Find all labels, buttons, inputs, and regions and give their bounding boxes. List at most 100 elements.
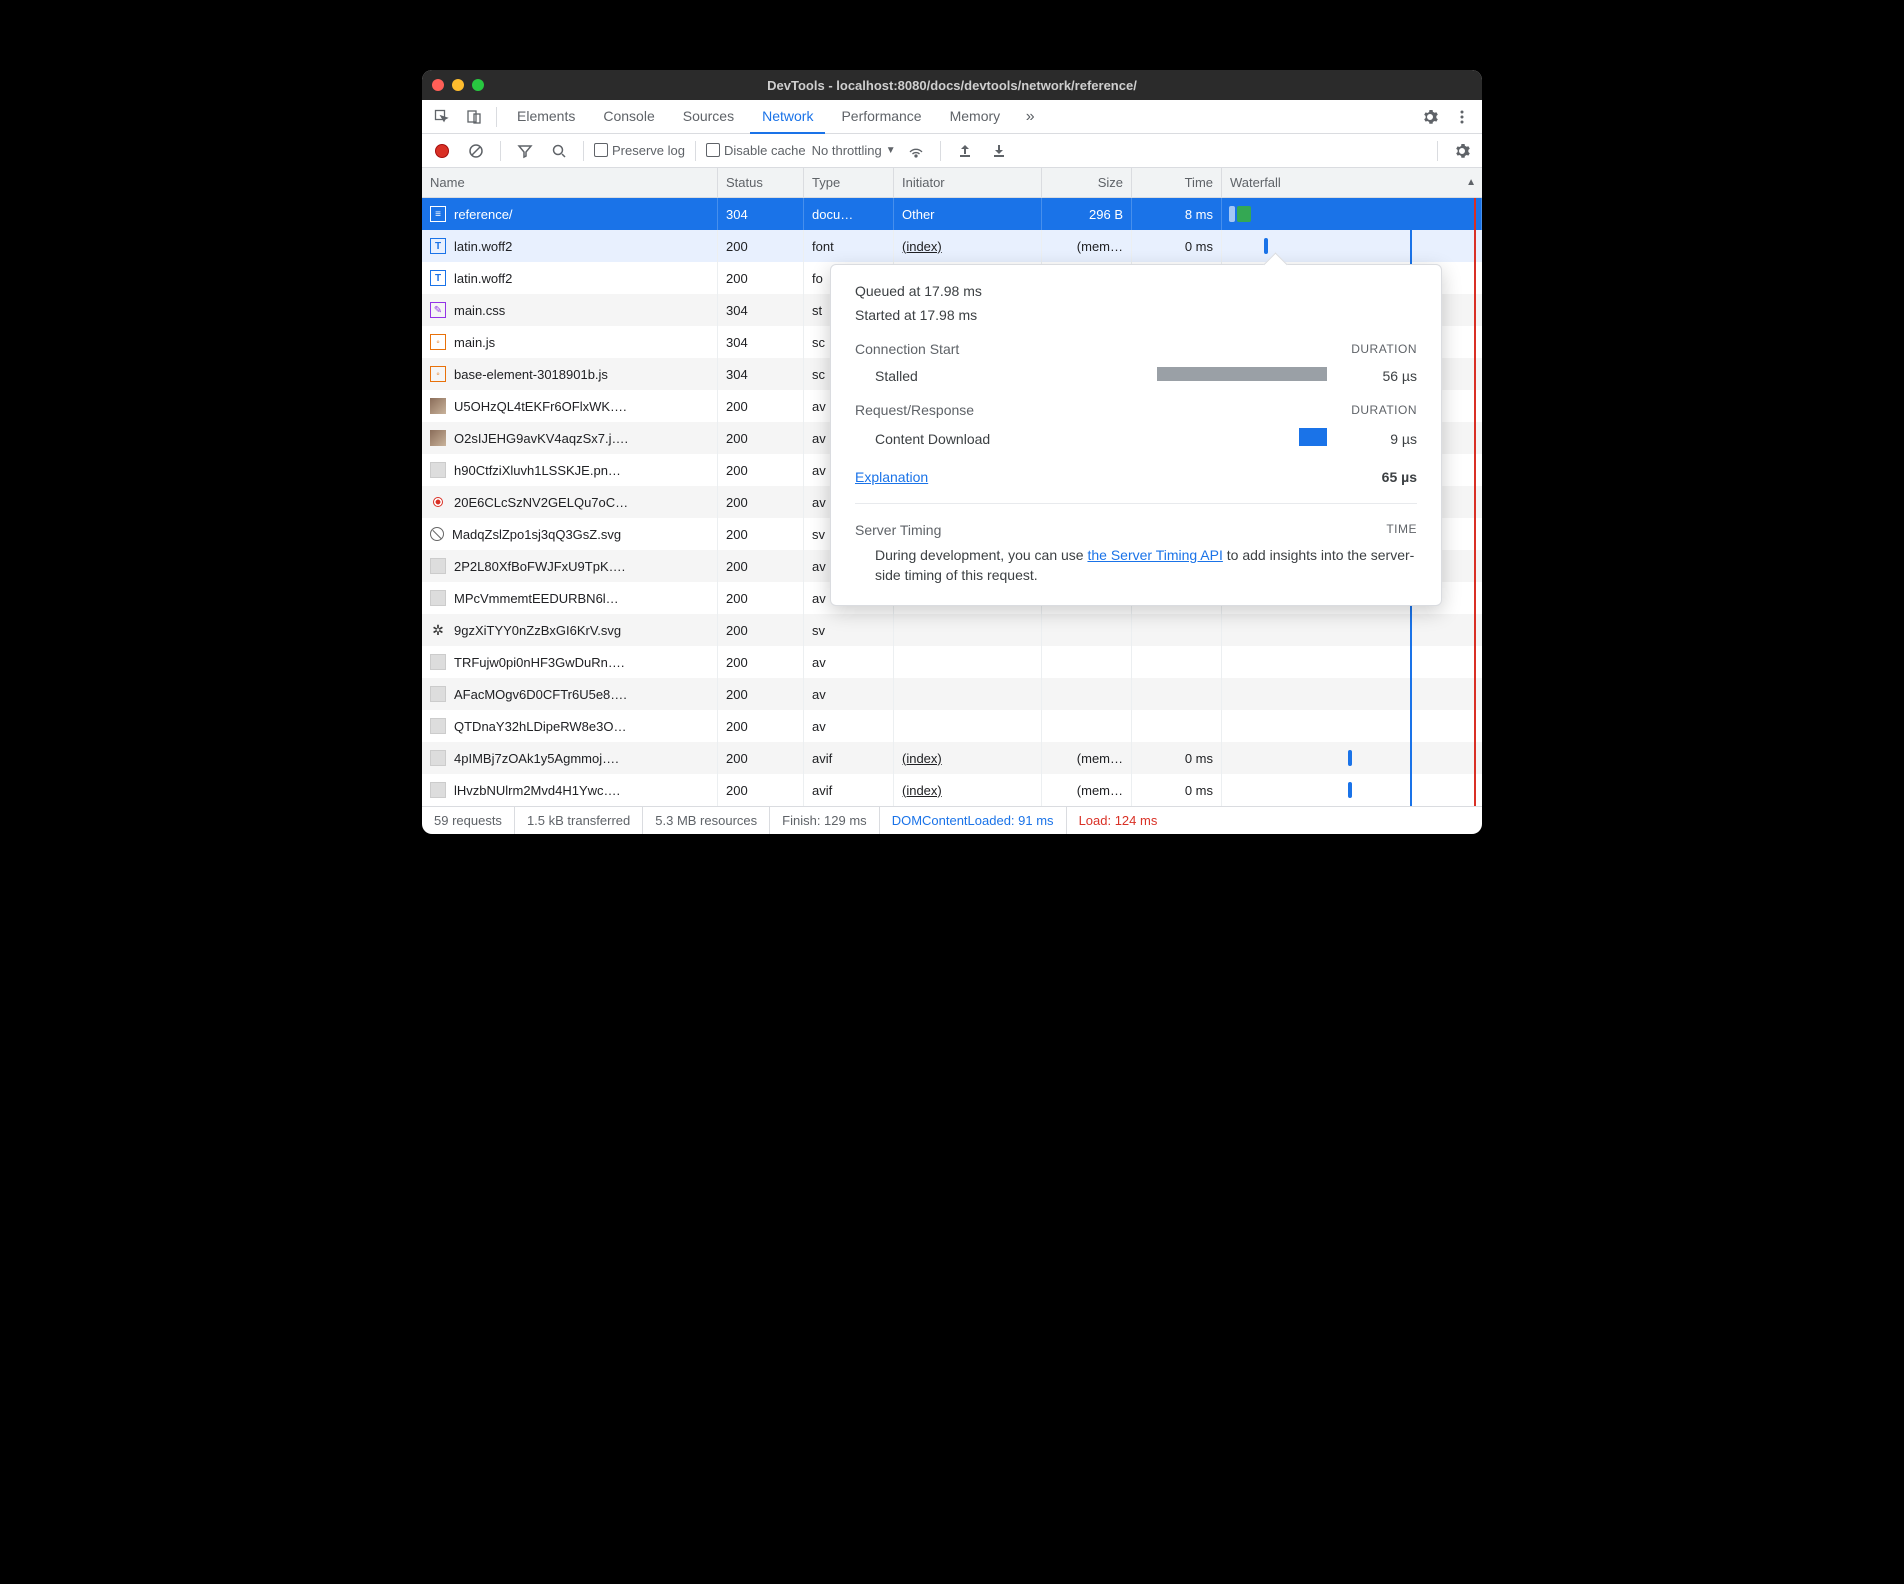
request-row[interactable]: ≡reference/304docu…Other296 B8 ms (422, 198, 1482, 230)
preserve-log-checkbox[interactable]: Preserve log (594, 143, 685, 158)
tab-performance[interactable]: Performance (829, 100, 933, 134)
settings-icon[interactable] (1416, 103, 1444, 131)
preserve-log-label: Preserve log (612, 143, 685, 158)
search-icon[interactable] (545, 137, 573, 165)
request-type: avif (804, 774, 894, 806)
request-initiator[interactable]: (index) (894, 774, 1042, 806)
request-initiator (894, 678, 1042, 710)
request-status: 200 (718, 710, 804, 742)
request-type: av (804, 646, 894, 678)
request-row[interactable]: 4pIMBj7zOAk1y5Agmmoj….200avif(index)(mem… (422, 742, 1482, 774)
request-type: avif (804, 742, 894, 774)
finish-time: Finish: 129 ms (770, 807, 880, 834)
request-row[interactable]: AFacMOgv6D0CFTr6U5e8….200av (422, 678, 1482, 710)
total-duration: 65 µs (1382, 469, 1417, 485)
devtools-window: DevTools - localhost:8080/docs/devtools/… (422, 70, 1482, 834)
throttling-select[interactable]: No throttling ▼ (812, 143, 896, 158)
request-response-section: Request/Response DURATION (855, 402, 1417, 418)
request-name: 2P2L80XfBoFWJFxU9TpK…. (454, 559, 625, 574)
request-status: 200 (718, 550, 804, 582)
request-status: 304 (718, 294, 804, 326)
tab-memory[interactable]: Memory (938, 100, 1013, 134)
divider (1437, 141, 1438, 161)
request-status: 200 (718, 678, 804, 710)
tab-elements[interactable]: Elements (505, 100, 587, 134)
request-status: 200 (718, 742, 804, 774)
image-icon (430, 718, 446, 734)
inspect-icon[interactable] (428, 103, 456, 131)
minimize-icon[interactable] (452, 79, 464, 91)
network-toolbar: Preserve log Disable cache No throttling… (422, 134, 1482, 168)
column-time[interactable]: Time (1132, 168, 1222, 197)
image-icon (430, 398, 446, 414)
upload-har-icon[interactable] (951, 137, 979, 165)
request-row[interactable]: lHvzbNUlrm2Mvd4H1Ywc…. 200avif(index)(mem… (422, 774, 1482, 806)
request-time: 0 ms (1132, 774, 1222, 806)
request-name: U5OHzQL4tEKFr6OFlxWK…. (454, 399, 627, 414)
request-name: lHvzbNUlrm2Mvd4H1Ywc…. (454, 783, 620, 798)
request-name: 4pIMBj7zOAk1y5Agmmoj…. (454, 751, 619, 766)
maximize-icon[interactable] (472, 79, 484, 91)
request-status: 200 (718, 582, 804, 614)
tab-console[interactable]: Console (591, 100, 666, 134)
request-name: TRFujw0pi0nHF3GwDuRn…. (454, 655, 625, 670)
column-type[interactable]: Type (804, 168, 894, 197)
kebab-menu-icon[interactable] (1448, 103, 1476, 131)
disable-cache-label: Disable cache (724, 143, 806, 158)
request-status: 304 (718, 198, 804, 230)
network-settings-icon[interactable] (1448, 137, 1476, 165)
column-initiator[interactable]: Initiator (894, 168, 1042, 197)
request-initiator[interactable]: (index) (894, 742, 1042, 774)
close-icon[interactable] (432, 79, 444, 91)
clear-icon[interactable] (462, 137, 490, 165)
column-size[interactable]: Size (1042, 168, 1132, 197)
column-waterfall[interactable]: Waterfall▲ (1222, 168, 1482, 197)
request-name: 9gzXiTYY0nZzBxGI6KrV.svg (454, 623, 621, 638)
tab-sources[interactable]: Sources (671, 100, 746, 134)
record-icon[interactable] (428, 137, 456, 165)
request-status: 200 (718, 486, 804, 518)
more-tabs-icon[interactable]: » (1016, 103, 1044, 131)
request-status: 200 (718, 390, 804, 422)
request-status: 200 (718, 262, 804, 294)
network-conditions-icon[interactable] (902, 137, 930, 165)
request-time: 0 ms (1132, 742, 1222, 774)
request-row[interactable]: ✲9gzXiTYY0nZzBxGI6KrV.svg200sv (422, 614, 1482, 646)
request-waterfall (1222, 614, 1482, 646)
download-har-icon[interactable] (985, 137, 1013, 165)
request-name: AFacMOgv6D0CFTr6U5e8…. (454, 687, 627, 702)
server-timing-message: During development, you can use the Serv… (875, 546, 1417, 585)
disable-cache-checkbox[interactable]: Disable cache (706, 143, 806, 158)
request-name: base-element-3018901b.js (454, 367, 608, 382)
explanation-link[interactable]: Explanation (855, 469, 928, 485)
request-status: 200 (718, 422, 804, 454)
blocked-icon (430, 527, 444, 541)
request-initiator[interactable]: (index) (894, 230, 1042, 262)
request-status: 200 (718, 774, 804, 806)
image-icon (430, 462, 446, 478)
script-icon: ◦ (430, 334, 446, 350)
request-time: 0 ms (1132, 230, 1222, 262)
server-timing-header: Server Timing TIME (855, 522, 1417, 538)
server-timing-api-link[interactable]: the Server Timing API (1087, 547, 1222, 563)
filter-icon[interactable] (511, 137, 539, 165)
request-row[interactable]: Tlatin.woff2200font(index)(mem…0 ms (422, 230, 1482, 262)
column-status[interactable]: Status (718, 168, 804, 197)
request-row[interactable]: QTDnaY32hLDipeRW8e3O…200av (422, 710, 1482, 742)
tab-network[interactable]: Network (750, 100, 825, 134)
column-name[interactable]: Name (422, 168, 718, 197)
request-type: sv (804, 614, 894, 646)
explanation-row: Explanation 65 µs (855, 469, 1417, 504)
request-row[interactable]: TRFujw0pi0nHF3GwDuRn….200av (422, 646, 1482, 678)
request-time (1132, 646, 1222, 678)
top-tabbar: ElementsConsoleSourcesNetworkPerformance… (422, 100, 1482, 134)
request-status: 200 (718, 518, 804, 550)
divider (500, 141, 501, 161)
device-toggle-icon[interactable] (460, 103, 488, 131)
request-size: (mem… (1042, 774, 1132, 806)
requests-count: 59 requests (422, 807, 515, 834)
traffic-lights (432, 79, 484, 91)
image-icon (430, 590, 446, 606)
request-size (1042, 710, 1132, 742)
request-size: (mem… (1042, 230, 1132, 262)
